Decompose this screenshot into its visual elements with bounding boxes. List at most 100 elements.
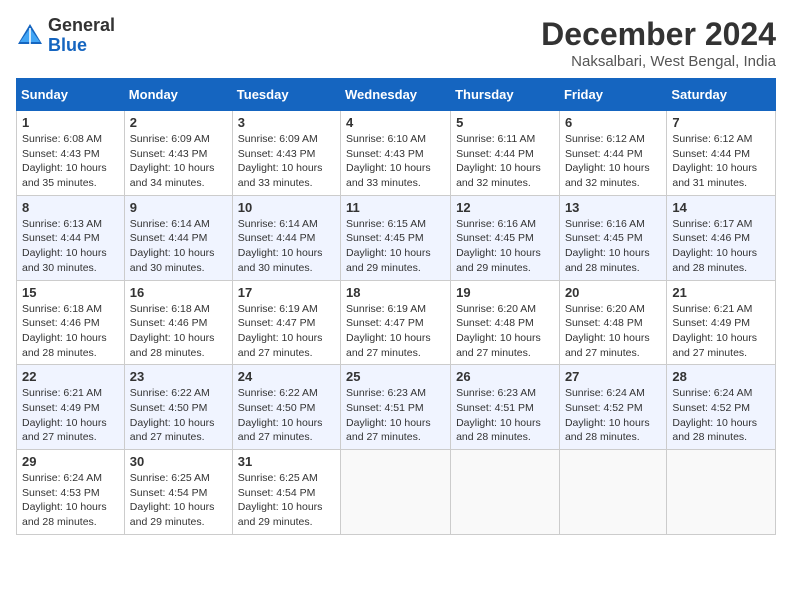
day-number: 24 (238, 369, 335, 384)
day-info: Sunrise: 6:21 AMSunset: 4:49 PMDaylight:… (22, 386, 119, 445)
day-info: Sunrise: 6:25 AMSunset: 4:54 PMDaylight:… (130, 471, 227, 530)
calendar-cell: 22 Sunrise: 6:21 AMSunset: 4:49 PMDaylig… (17, 365, 125, 450)
calendar-cell: 15 Sunrise: 6:18 AMSunset: 4:46 PMDaylig… (17, 280, 125, 365)
day-info: Sunrise: 6:11 AMSunset: 4:44 PMDaylight:… (456, 132, 554, 191)
weekday-header: Tuesday (232, 79, 340, 111)
day-info: Sunrise: 6:25 AMSunset: 4:54 PMDaylight:… (238, 471, 335, 530)
weekday-row: SundayMondayTuesdayWednesdayThursdayFrid… (17, 79, 776, 111)
day-number: 22 (22, 369, 119, 384)
calendar-week-row: 15 Sunrise: 6:18 AMSunset: 4:46 PMDaylig… (17, 280, 776, 365)
logo-text: General Blue (48, 16, 115, 56)
calendar-cell: 2 Sunrise: 6:09 AMSunset: 4:43 PMDayligh… (124, 111, 232, 196)
calendar-cell (341, 450, 451, 535)
calendar-cell: 4 Sunrise: 6:10 AMSunset: 4:43 PMDayligh… (341, 111, 451, 196)
weekday-header: Wednesday (341, 79, 451, 111)
calendar-cell: 10 Sunrise: 6:14 AMSunset: 4:44 PMDaylig… (232, 195, 340, 280)
calendar-week-row: 1 Sunrise: 6:08 AMSunset: 4:43 PMDayligh… (17, 111, 776, 196)
location: Naksalbari, West Bengal, India (541, 53, 776, 70)
calendar-cell (451, 450, 560, 535)
day-info: Sunrise: 6:22 AMSunset: 4:50 PMDaylight:… (238, 386, 335, 445)
day-info: Sunrise: 6:13 AMSunset: 4:44 PMDaylight:… (22, 217, 119, 276)
day-info: Sunrise: 6:12 AMSunset: 4:44 PMDaylight:… (565, 132, 661, 191)
day-info: Sunrise: 6:12 AMSunset: 4:44 PMDaylight:… (672, 132, 770, 191)
calendar-cell: 29 Sunrise: 6:24 AMSunset: 4:53 PMDaylig… (17, 450, 125, 535)
calendar-cell: 23 Sunrise: 6:22 AMSunset: 4:50 PMDaylig… (124, 365, 232, 450)
day-info: Sunrise: 6:10 AMSunset: 4:43 PMDaylight:… (346, 132, 445, 191)
day-info: Sunrise: 6:24 AMSunset: 4:52 PMDaylight:… (672, 386, 770, 445)
calendar-cell: 31 Sunrise: 6:25 AMSunset: 4:54 PMDaylig… (232, 450, 340, 535)
calendar-cell: 19 Sunrise: 6:20 AMSunset: 4:48 PMDaylig… (451, 280, 560, 365)
logo-icon (16, 22, 44, 50)
calendar-cell: 30 Sunrise: 6:25 AMSunset: 4:54 PMDaylig… (124, 450, 232, 535)
calendar-cell: 3 Sunrise: 6:09 AMSunset: 4:43 PMDayligh… (232, 111, 340, 196)
day-number: 8 (22, 200, 119, 215)
calendar-header: SundayMondayTuesdayWednesdayThursdayFrid… (17, 79, 776, 111)
calendar-cell: 26 Sunrise: 6:23 AMSunset: 4:51 PMDaylig… (451, 365, 560, 450)
day-number: 13 (565, 200, 661, 215)
title-block: December 2024 Naksalbari, West Bengal, I… (541, 16, 776, 70)
calendar-cell: 16 Sunrise: 6:18 AMSunset: 4:46 PMDaylig… (124, 280, 232, 365)
day-number: 1 (22, 115, 119, 130)
calendar-cell: 21 Sunrise: 6:21 AMSunset: 4:49 PMDaylig… (667, 280, 776, 365)
calendar-cell: 28 Sunrise: 6:24 AMSunset: 4:52 PMDaylig… (667, 365, 776, 450)
day-info: Sunrise: 6:24 AMSunset: 4:52 PMDaylight:… (565, 386, 661, 445)
day-number: 28 (672, 369, 770, 384)
weekday-header: Friday (559, 79, 666, 111)
day-number: 9 (130, 200, 227, 215)
day-number: 4 (346, 115, 445, 130)
day-info: Sunrise: 6:24 AMSunset: 4:53 PMDaylight:… (22, 471, 119, 530)
day-number: 23 (130, 369, 227, 384)
day-info: Sunrise: 6:19 AMSunset: 4:47 PMDaylight:… (346, 302, 445, 361)
day-info: Sunrise: 6:15 AMSunset: 4:45 PMDaylight:… (346, 217, 445, 276)
day-number: 6 (565, 115, 661, 130)
day-info: Sunrise: 6:09 AMSunset: 4:43 PMDaylight:… (238, 132, 335, 191)
day-number: 16 (130, 285, 227, 300)
day-number: 5 (456, 115, 554, 130)
calendar-cell: 13 Sunrise: 6:16 AMSunset: 4:45 PMDaylig… (559, 195, 666, 280)
calendar-cell: 12 Sunrise: 6:16 AMSunset: 4:45 PMDaylig… (451, 195, 560, 280)
day-info: Sunrise: 6:18 AMSunset: 4:46 PMDaylight:… (130, 302, 227, 361)
day-info: Sunrise: 6:23 AMSunset: 4:51 PMDaylight:… (346, 386, 445, 445)
day-info: Sunrise: 6:14 AMSunset: 4:44 PMDaylight:… (238, 217, 335, 276)
weekday-header: Saturday (667, 79, 776, 111)
day-info: Sunrise: 6:18 AMSunset: 4:46 PMDaylight:… (22, 302, 119, 361)
day-info: Sunrise: 6:17 AMSunset: 4:46 PMDaylight:… (672, 217, 770, 276)
logo-blue: Blue (48, 35, 87, 55)
calendar-cell: 5 Sunrise: 6:11 AMSunset: 4:44 PMDayligh… (451, 111, 560, 196)
calendar-week-row: 29 Sunrise: 6:24 AMSunset: 4:53 PMDaylig… (17, 450, 776, 535)
day-number: 30 (130, 454, 227, 469)
day-info: Sunrise: 6:16 AMSunset: 4:45 PMDaylight:… (565, 217, 661, 276)
day-info: Sunrise: 6:09 AMSunset: 4:43 PMDaylight:… (130, 132, 227, 191)
day-number: 3 (238, 115, 335, 130)
calendar-cell: 20 Sunrise: 6:20 AMSunset: 4:48 PMDaylig… (559, 280, 666, 365)
calendar-table: SundayMondayTuesdayWednesdayThursdayFrid… (16, 78, 776, 535)
day-number: 10 (238, 200, 335, 215)
day-number: 17 (238, 285, 335, 300)
weekday-header: Monday (124, 79, 232, 111)
day-info: Sunrise: 6:20 AMSunset: 4:48 PMDaylight:… (456, 302, 554, 361)
day-info: Sunrise: 6:22 AMSunset: 4:50 PMDaylight:… (130, 386, 227, 445)
day-number: 31 (238, 454, 335, 469)
day-info: Sunrise: 6:19 AMSunset: 4:47 PMDaylight:… (238, 302, 335, 361)
calendar-cell: 24 Sunrise: 6:22 AMSunset: 4:50 PMDaylig… (232, 365, 340, 450)
day-number: 20 (565, 285, 661, 300)
day-number: 14 (672, 200, 770, 215)
calendar-cell: 17 Sunrise: 6:19 AMSunset: 4:47 PMDaylig… (232, 280, 340, 365)
day-number: 27 (565, 369, 661, 384)
calendar-cell: 9 Sunrise: 6:14 AMSunset: 4:44 PMDayligh… (124, 195, 232, 280)
calendar-cell: 11 Sunrise: 6:15 AMSunset: 4:45 PMDaylig… (341, 195, 451, 280)
calendar-week-row: 8 Sunrise: 6:13 AMSunset: 4:44 PMDayligh… (17, 195, 776, 280)
calendar-cell: 27 Sunrise: 6:24 AMSunset: 4:52 PMDaylig… (559, 365, 666, 450)
calendar-week-row: 22 Sunrise: 6:21 AMSunset: 4:49 PMDaylig… (17, 365, 776, 450)
calendar-cell: 18 Sunrise: 6:19 AMSunset: 4:47 PMDaylig… (341, 280, 451, 365)
day-number: 26 (456, 369, 554, 384)
day-number: 12 (456, 200, 554, 215)
logo: General Blue (16, 16, 115, 56)
day-number: 25 (346, 369, 445, 384)
day-info: Sunrise: 6:23 AMSunset: 4:51 PMDaylight:… (456, 386, 554, 445)
weekday-header: Sunday (17, 79, 125, 111)
day-info: Sunrise: 6:16 AMSunset: 4:45 PMDaylight:… (456, 217, 554, 276)
weekday-header: Thursday (451, 79, 560, 111)
calendar-cell: 7 Sunrise: 6:12 AMSunset: 4:44 PMDayligh… (667, 111, 776, 196)
day-info: Sunrise: 6:14 AMSunset: 4:44 PMDaylight:… (130, 217, 227, 276)
